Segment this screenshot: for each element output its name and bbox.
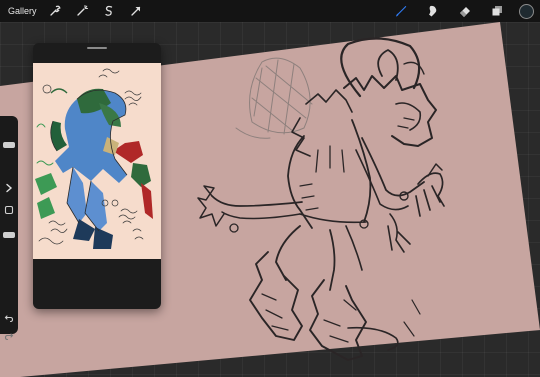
right-tools (391, 0, 540, 22)
brush-icon[interactable] (391, 1, 411, 21)
expand-arrow-icon[interactable] (1, 180, 17, 196)
transform-arrow-icon[interactable] (126, 1, 146, 21)
creature-sketch (197, 37, 445, 361)
gallery-button[interactable]: Gallery (8, 6, 37, 16)
undo-icon[interactable] (1, 310, 17, 326)
reference-panel[interactable] (33, 43, 161, 309)
top-toolbar: Gallery (0, 0, 540, 22)
opacity-slider[interactable] (3, 232, 15, 238)
layers-icon[interactable] (487, 1, 507, 21)
reference-image (33, 63, 161, 259)
redo-icon[interactable] (1, 328, 17, 344)
selection-icon[interactable] (99, 1, 119, 21)
modify-square-icon[interactable] (1, 202, 17, 218)
smudge-icon[interactable] (423, 1, 443, 21)
wrench-icon[interactable] (45, 1, 65, 21)
left-sidebar (0, 116, 18, 341)
magic-wand-icon[interactable] (72, 1, 92, 21)
panel-grip-handle[interactable] (87, 47, 107, 49)
color-swatch[interactable] (519, 3, 534, 19)
brush-size-slider[interactable] (3, 142, 15, 148)
eraser-icon[interactable] (455, 1, 475, 21)
